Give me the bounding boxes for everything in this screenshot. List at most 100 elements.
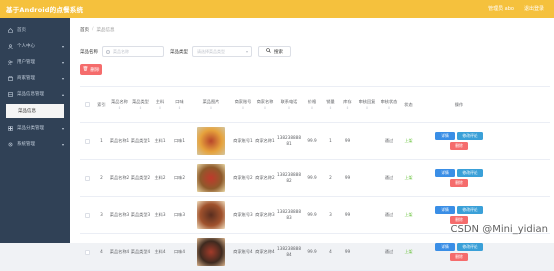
sort-icon[interactable]: ⇕ bbox=[210, 105, 213, 111]
sidebar-sub-dish-info[interactable]: 菜品信息 bbox=[6, 104, 64, 118]
type-select[interactable]: 请选择菜品类型 ▾ bbox=[192, 46, 252, 57]
delete-button[interactable]: 删除 bbox=[450, 216, 468, 224]
select-all-checkbox-cell bbox=[80, 87, 94, 122]
cell-stock: 99 bbox=[339, 212, 356, 218]
row-actions: 详情 修改评论删除 bbox=[417, 132, 501, 150]
cell-sales: 1 bbox=[322, 138, 339, 144]
column-header[interactable]: 菜品类型 ⇕ bbox=[130, 87, 151, 122]
breadcrumb-home[interactable]: 首页 bbox=[80, 27, 89, 33]
column-header[interactable]: 审核状态 ⇕ bbox=[378, 87, 400, 122]
cell-main-value: 主料1 bbox=[154, 138, 166, 143]
delete-button[interactable]: 删除 bbox=[450, 253, 468, 261]
sidebar-item-shops[interactable]: 商家管理 ▾ bbox=[0, 70, 70, 86]
sidebar-item-label: 菜品信息管理 bbox=[17, 92, 44, 97]
dish-image[interactable] bbox=[197, 201, 225, 229]
sidebar-item-home[interactable]: 首页 bbox=[0, 22, 70, 38]
column-header: 状态 bbox=[400, 87, 417, 122]
cell-main-value: 主料3 bbox=[154, 212, 166, 217]
sort-icon[interactable]: ⇕ bbox=[329, 105, 332, 111]
cell-main: 主料1 bbox=[151, 138, 169, 144]
row-checkbox[interactable] bbox=[84, 175, 90, 181]
cell-taste-value: 口味4 bbox=[173, 249, 186, 254]
breadcrumb-current: 菜品信息 bbox=[96, 28, 115, 33]
sort-icon[interactable]: ⇕ bbox=[311, 105, 314, 111]
sort-icon[interactable]: ⇕ bbox=[388, 105, 391, 111]
cell-state-value[interactable]: 上架 bbox=[405, 175, 413, 181]
sort-icon[interactable]: ⇕ bbox=[118, 105, 121, 111]
row-checkbox[interactable] bbox=[84, 249, 90, 255]
delete-button[interactable]: 删除 bbox=[450, 179, 468, 187]
select-all-checkbox[interactable] bbox=[84, 102, 90, 107]
edit-comment-button[interactable]: 修改评论 bbox=[457, 206, 483, 214]
dish-image[interactable] bbox=[197, 164, 225, 192]
column-header[interactable]: 菜品图片 ⇕ bbox=[190, 87, 232, 122]
sidebar-item-dishes[interactable]: 菜品信息管理 ▴ bbox=[0, 86, 70, 102]
cell-account: 商家账号3 bbox=[232, 212, 254, 218]
sort-icon[interactable]: ⇕ bbox=[264, 105, 267, 111]
column-header[interactable]: 价格 ⇕ bbox=[302, 87, 322, 122]
edit-comment-button[interactable]: 修改评论 bbox=[457, 132, 483, 140]
detail-button[interactable]: 详情 bbox=[435, 169, 455, 177]
cell-state-value[interactable]: 上架 bbox=[405, 212, 413, 218]
cell-price-value: 99.9 bbox=[307, 138, 317, 143]
delete-button[interactable]: 删除 bbox=[450, 142, 468, 150]
detail-button[interactable]: 详情 bbox=[435, 243, 455, 251]
column-header[interactable]: 主料 ⇕ bbox=[151, 87, 169, 122]
cell-state: 上架 bbox=[400, 175, 417, 181]
column-header[interactable]: 销量 ⇕ bbox=[322, 87, 339, 122]
cell-stock-value: 99 bbox=[344, 249, 351, 254]
cell-name: 菜品名称1 bbox=[109, 138, 130, 144]
sort-icon[interactable]: ⇕ bbox=[159, 105, 162, 111]
cell-state-value[interactable]: 上架 bbox=[405, 138, 413, 144]
column-header[interactable]: 口味 ⇕ bbox=[169, 87, 190, 122]
sidebar-item-users[interactable]: 用户管理 ▾ bbox=[0, 54, 70, 70]
cell-phone: 13823888881 bbox=[276, 135, 302, 147]
cell-audit-value: 通过 bbox=[384, 138, 394, 143]
detail-button[interactable]: 详情 bbox=[435, 132, 455, 140]
sort-icon[interactable]: ⇕ bbox=[178, 105, 181, 111]
breadcrumb: 首页 / 菜品信息 bbox=[80, 27, 115, 33]
column-header[interactable]: 库存 ⇕ bbox=[339, 87, 356, 122]
column-header[interactable]: 审核回复 ⇕ bbox=[356, 87, 378, 122]
cell-index: 2 bbox=[94, 175, 109, 181]
dish-image[interactable] bbox=[197, 127, 225, 155]
cell-sales: 2 bbox=[322, 175, 339, 181]
sidebar-item-system[interactable]: 系统管理 ▾ bbox=[0, 136, 70, 152]
cell-state: 上架 bbox=[400, 138, 417, 144]
search-button[interactable]: 搜索 bbox=[258, 46, 291, 57]
sort-icon[interactable]: ⇕ bbox=[288, 105, 291, 111]
cell-taste-value: 口味2 bbox=[173, 175, 186, 180]
cell-state-value[interactable]: 上架 bbox=[405, 249, 413, 255]
sidebar-item-profile[interactable]: 个人中心 ▾ bbox=[0, 38, 70, 54]
edit-comment-button[interactable]: 修改评论 bbox=[457, 169, 483, 177]
cell-stock-value: 99 bbox=[344, 212, 351, 217]
sort-icon[interactable]: ⇕ bbox=[346, 105, 349, 111]
row-checkbox[interactable] bbox=[84, 138, 90, 144]
sidebar-item-dish-category[interactable]: 菜品分类管理 ▾ bbox=[0, 120, 70, 136]
sort-icon[interactable]: ⇕ bbox=[139, 105, 142, 111]
cell-index: 4 bbox=[94, 249, 109, 255]
sidebar-item-label: 商家管理 bbox=[17, 76, 35, 81]
dish-image-cell bbox=[190, 127, 232, 155]
detail-button[interactable]: 详情 bbox=[435, 206, 455, 214]
column-header[interactable]: 菜品名称 ⇕ bbox=[109, 87, 130, 122]
sort-icon[interactable]: ⇕ bbox=[242, 105, 245, 111]
row-checkbox[interactable] bbox=[84, 212, 90, 218]
cell-audit: 通过 bbox=[378, 175, 400, 181]
sort-icon[interactable]: ⇕ bbox=[366, 105, 369, 111]
column-header[interactable]: 商家名称 ⇕ bbox=[254, 87, 276, 122]
admin-link[interactable]: 管理员 abo bbox=[488, 5, 514, 12]
edit-comment-button[interactable]: 修改评论 bbox=[457, 243, 483, 251]
cell-price: 99.9 bbox=[302, 175, 322, 181]
column-header[interactable]: 商家账号 ⇕ bbox=[232, 87, 254, 122]
cell-audit-value: 通过 bbox=[384, 175, 394, 180]
row-checkbox-cell bbox=[80, 249, 94, 255]
column-header[interactable]: 联系电话 ⇕ bbox=[276, 87, 302, 122]
logout-link[interactable]: 退出登录 bbox=[524, 5, 544, 12]
dish-image[interactable] bbox=[197, 238, 225, 266]
column-header: 索引 bbox=[94, 87, 109, 122]
batch-delete-button[interactable]: 🗑 删除 bbox=[80, 64, 102, 75]
home-icon bbox=[8, 27, 13, 33]
cell-state: 上架 bbox=[400, 212, 417, 218]
name-search-input[interactable]: 菜品名称 bbox=[102, 46, 164, 57]
